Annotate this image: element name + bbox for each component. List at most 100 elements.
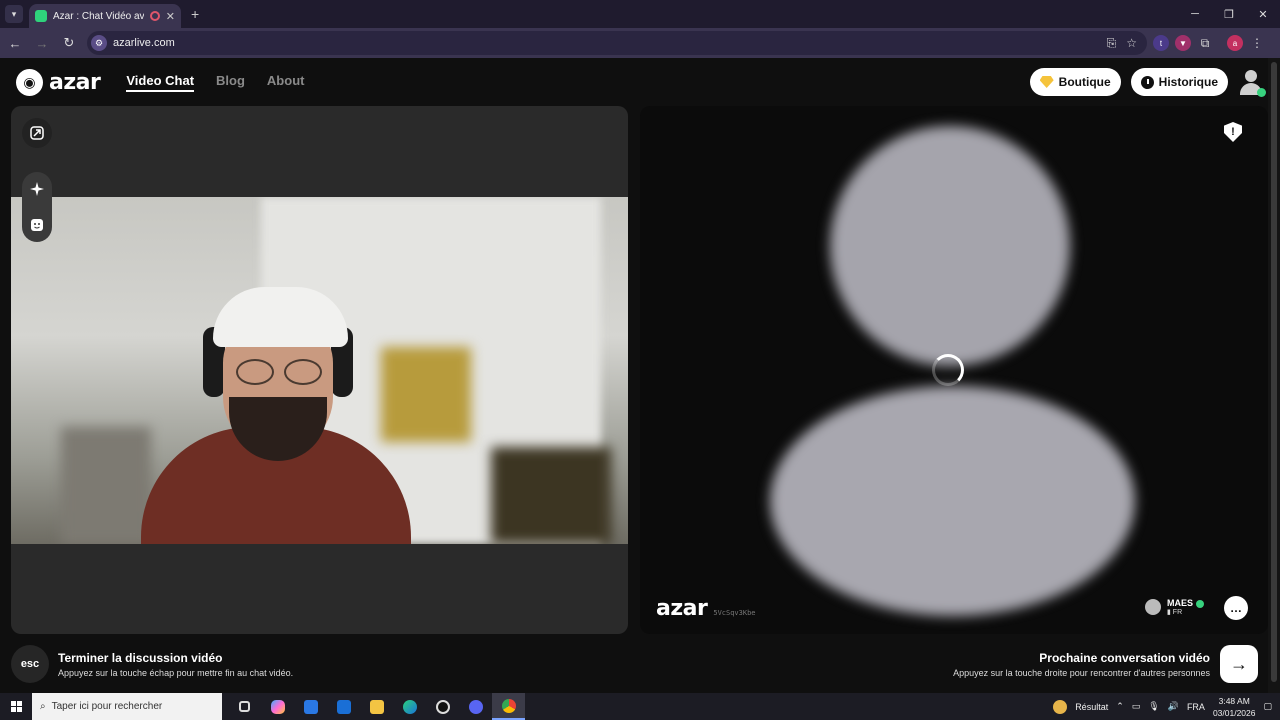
page-scrollbar[interactable]	[1268, 58, 1280, 693]
extension-t-icon[interactable]: t	[1153, 35, 1169, 51]
new-tab-icon[interactable]: +	[191, 6, 199, 22]
peer-avatar	[1144, 599, 1161, 615]
back-icon[interactable]: ←	[3, 31, 27, 55]
microphone-icon[interactable]: 🎙	[1148, 701, 1159, 712]
reload-icon[interactable]: ↻	[57, 31, 81, 55]
nav-blog[interactable]: Blog	[216, 73, 245, 92]
outlook-icon[interactable]	[327, 693, 360, 720]
address-bar: ← → ↻ ⚙ azarlive.com ⎘ ☆ t ▼ ⧉ a ⋮	[0, 28, 1280, 58]
azar-logo[interactable]: ◉ azar	[16, 68, 101, 96]
obs-icon[interactable]	[426, 693, 459, 720]
header-actions: Boutique Historique	[1029, 68, 1266, 97]
peer-name: MAES	[1166, 598, 1193, 608]
edge-icon[interactable]	[393, 693, 426, 720]
azar-logo-icon: ◉	[16, 68, 43, 96]
forward-icon[interactable]: →	[30, 31, 54, 55]
url-text: azarlive.com	[113, 37, 175, 49]
end-call-hint: Appuyez sur la touche échap pour mettre …	[58, 668, 294, 678]
tab-close-icon[interactable]: ✕	[166, 10, 175, 23]
user-self-video	[141, 287, 441, 544]
end-call-esc-button[interactable]: esc	[11, 645, 49, 683]
discord-icon[interactable]	[459, 693, 492, 720]
next-call-arrow-button[interactable]: →	[1220, 645, 1258, 683]
chrome-icon[interactable]	[492, 693, 525, 720]
search-placeholder: Taper ici pour rechercher	[51, 701, 163, 712]
face-filter-icon[interactable]	[22, 214, 52, 236]
chat-bubble-icon[interactable]: …	[1224, 596, 1248, 620]
close-window-icon[interactable]: ✕	[1246, 0, 1280, 28]
browser-tab[interactable]: Azar : Chat Vidéo avec de n ✕	[29, 4, 181, 28]
nav-video-chat[interactable]: Video Chat	[126, 73, 195, 92]
end-call-title: Terminer la discussion vidéo	[58, 651, 223, 665]
main-nav: Video Chat Blog About	[126, 73, 304, 92]
next-call-title: Prochaine conversation vidéo	[1039, 651, 1210, 665]
install-app-icon[interactable]: ⎘	[1107, 36, 1117, 51]
loading-spinner-icon	[932, 354, 964, 386]
notifications-icon[interactable]: ▢	[1263, 701, 1272, 712]
windows-logo-icon	[10, 701, 22, 712]
url-field[interactable]: ⚙ azarlive.com ⎘ ☆	[87, 31, 1147, 55]
browser-tab-bar: ▾ Azar : Chat Vidéo avec de n ✕ + ─ ❐ ✕	[0, 0, 1280, 28]
account-icon[interactable]	[1238, 69, 1266, 97]
pinned-apps	[228, 693, 525, 720]
network-icon[interactable]: ▭	[1132, 701, 1141, 712]
clock-date: 03/01/2026	[1212, 707, 1256, 718]
weather-icon[interactable]	[1053, 699, 1068, 714]
local-camera-feed	[11, 197, 628, 544]
nav-about[interactable]: About	[267, 73, 305, 92]
restore-icon[interactable]: ❐	[1212, 0, 1246, 28]
peer-country: FR	[1172, 609, 1183, 616]
extension-shield-icon[interactable]: ▼	[1175, 35, 1191, 51]
logo-text: azar	[49, 69, 101, 95]
effects-toolbar	[22, 172, 52, 242]
task-view-icon[interactable]	[228, 693, 261, 720]
boutique-button[interactable]: Boutique	[1029, 68, 1121, 96]
historique-button[interactable]: Historique	[1130, 68, 1228, 96]
verified-badge-icon	[1196, 599, 1204, 608]
local-video-panel	[11, 106, 628, 634]
placeholder-avatar-head	[830, 126, 1070, 366]
next-call-hint: Appuyez sur la touche droite pour rencon…	[953, 668, 1210, 678]
placeholder-avatar-body	[770, 386, 1135, 616]
copilot-icon[interactable]	[261, 693, 294, 720]
tray-overflow-icon[interactable]: ⌃	[1116, 701, 1124, 712]
language-indicator[interactable]: FRA	[1187, 702, 1205, 712]
omnibox-actions: ⎘ ☆	[1107, 36, 1137, 51]
tab-title: Azar : Chat Vidéo avec de n	[53, 10, 144, 22]
boutique-label: Boutique	[1058, 75, 1111, 89]
extensions-puzzle-icon[interactable]: ⧉	[1197, 35, 1213, 51]
azar-page: ◉ azar Video Chat Blog About Boutique Hi…	[0, 58, 1280, 693]
profile-avatar-icon[interactable]: a	[1227, 35, 1243, 51]
call-controls: esc Terminer la discussion vidéo Appuyez…	[0, 641, 1280, 693]
video-tools	[22, 118, 52, 242]
sparkle-effects-icon[interactable]	[22, 178, 52, 200]
report-shield-icon[interactable]: !	[1224, 122, 1242, 142]
bookmark-star-icon[interactable]: ☆	[1126, 36, 1137, 51]
session-code: 5VcSqv3Kbe	[713, 609, 756, 617]
historique-label: Historique	[1158, 75, 1218, 89]
window-controls: ─ ❐ ✕	[1178, 0, 1280, 28]
recording-icon	[149, 11, 160, 21]
system-clock[interactable]: 3:48 AM 03/01/2026	[1213, 695, 1256, 719]
weather-label[interactable]: Résultat	[1075, 702, 1108, 712]
clock-time: 3:48 AM	[1218, 695, 1250, 706]
taskbar-search[interactable]: ⌕ Taper ici pour rechercher	[32, 693, 222, 720]
minimize-icon[interactable]: ─	[1178, 0, 1212, 28]
tab-search-icon[interactable]: ▾	[5, 5, 23, 23]
volume-icon[interactable]: 🔊	[1168, 701, 1179, 712]
start-button[interactable]	[0, 693, 32, 720]
peer-info[interactable]: MAES ▮ FR	[1144, 598, 1204, 616]
site-header: ◉ azar Video Chat Blog About Boutique Hi…	[0, 58, 1280, 106]
remote-video-panel: ! azar 5VcSqv3Kbe MAES ▮ FR …	[640, 106, 1268, 634]
watermark-logo: azar	[656, 596, 708, 621]
history-clock-icon	[1140, 75, 1154, 89]
france-flag-icon: ▮	[1166, 609, 1171, 616]
site-info-icon[interactable]: ⚙	[91, 35, 107, 51]
windows-taskbar: ⌕ Taper ici pour rechercher Résultat ⌃ ▭…	[0, 693, 1280, 720]
store-icon[interactable]	[294, 693, 327, 720]
system-tray: Résultat ⌃ ▭ 🎙 🔊 FRA 3:48 AM 03/01/2026 …	[1053, 695, 1280, 719]
azar-watermark: azar 5VcSqv3Kbe	[656, 596, 756, 621]
expand-icon[interactable]	[22, 118, 52, 148]
browser-menu-icon[interactable]: ⋮	[1249, 35, 1265, 51]
file-explorer-icon[interactable]	[360, 693, 393, 720]
